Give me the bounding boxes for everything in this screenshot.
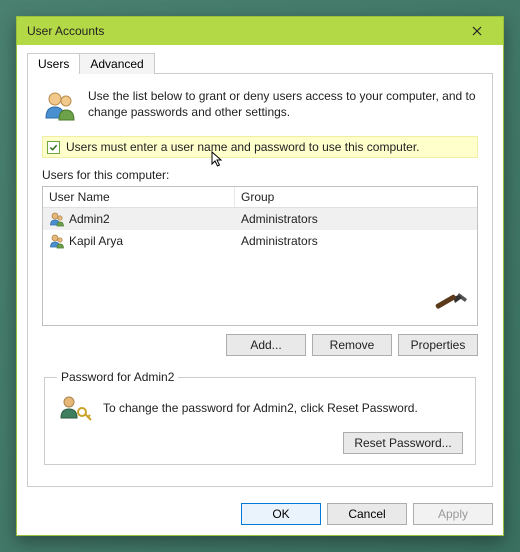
users-listview[interactable]: User Name Group Admin2AdministratorsKapi… — [42, 186, 478, 326]
user-icon — [49, 233, 65, 249]
users-list-caption: Users for this computer: — [42, 168, 478, 182]
require-password-checkbox[interactable] — [47, 141, 60, 154]
intro-text: Use the list below to grant or deny user… — [88, 88, 478, 120]
key-user-icon — [57, 394, 93, 422]
password-group-legend: Password for Admin2 — [57, 370, 178, 384]
users-icon — [42, 88, 78, 124]
hammer-watermark-icon — [429, 289, 473, 321]
check-icon — [49, 143, 58, 152]
titlebar: User Accounts — [17, 17, 503, 45]
cell-username: Admin2 — [43, 209, 235, 229]
password-buttons: Reset Password... — [57, 432, 463, 454]
col-group[interactable]: Group — [235, 187, 477, 207]
password-group: Password for Admin2 To change the passwo… — [44, 370, 476, 465]
remove-button[interactable]: Remove — [312, 334, 392, 356]
reset-password-button[interactable]: Reset Password... — [343, 432, 463, 454]
add-button[interactable]: Add... — [226, 334, 306, 356]
password-group-text: To change the password for Admin2, click… — [103, 401, 418, 415]
tab-advanced[interactable]: Advanced — [80, 53, 154, 74]
username-text: Admin2 — [69, 212, 110, 226]
close-icon — [472, 26, 482, 36]
cancel-button[interactable]: Cancel — [327, 503, 407, 525]
list-buttons: Add... Remove Properties — [42, 334, 478, 356]
require-password-label: Users must enter a user name and passwor… — [66, 140, 420, 154]
listview-header: User Name Group — [43, 187, 477, 208]
dialog-buttons: OK Cancel Apply — [17, 497, 503, 535]
properties-button[interactable]: Properties — [398, 334, 478, 356]
apply-button: Apply — [413, 503, 493, 525]
close-button[interactable] — [457, 20, 497, 42]
username-text: Kapil Arya — [69, 234, 123, 248]
cell-username: Kapil Arya — [43, 231, 235, 251]
require-password-row: Users must enter a user name and passwor… — [42, 136, 478, 158]
intro-row: Use the list below to grant or deny user… — [42, 88, 478, 124]
window-title: User Accounts — [27, 24, 457, 38]
ok-button[interactable]: OK — [241, 503, 321, 525]
tab-panel-users: Use the list below to grant or deny user… — [27, 73, 493, 487]
cell-group: Administrators — [235, 210, 477, 228]
user-icon — [49, 211, 65, 227]
col-username[interactable]: User Name — [43, 187, 235, 207]
table-row[interactable]: Kapil Arya Administrators — [43, 230, 477, 252]
tab-users[interactable]: Users — [27, 53, 80, 74]
password-group-row: To change the password for Admin2, click… — [57, 394, 463, 422]
cell-group: Administrators — [235, 232, 477, 250]
tabstrip: Users Advanced — [27, 53, 493, 74]
dialog-body: Users Advanced Use the list below to gra… — [17, 45, 503, 497]
table-row[interactable]: Admin2 Administrators — [43, 208, 477, 230]
user-accounts-window: User Accounts Users Advanced Use the lis… — [16, 16, 504, 536]
